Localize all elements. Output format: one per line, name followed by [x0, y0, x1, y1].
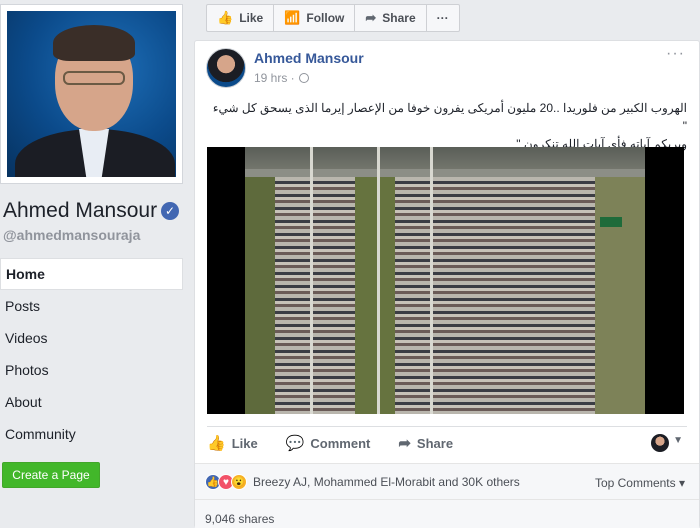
roadside — [595, 177, 645, 414]
post-text: الهروب الكبير من فلوريدا ..20 مليون أمري… — [207, 99, 687, 153]
top-comments-dropdown[interactable]: Top Comments ▾ — [595, 476, 685, 490]
comment-bubble-icon: 💬 — [285, 435, 305, 452]
reacting-as-avatar[interactable] — [651, 434, 669, 452]
thumbs-up-icon: 👍 — [207, 435, 226, 452]
verified-check-icon: ✓ — [161, 202, 180, 220]
shares-count[interactable]: 9,046 shares — [205, 512, 274, 526]
follow-page-label: Follow — [306, 11, 345, 25]
profile-picture-frame[interactable] — [0, 4, 183, 184]
page-handle[interactable]: @ahmedmansouraja — [3, 227, 140, 243]
wow-reaction-icon[interactable]: 😮 — [231, 474, 247, 490]
thumbs-up-icon: 👍 — [217, 10, 234, 25]
post-time-text: 19 hrs · — [254, 71, 295, 85]
light-pole — [310, 147, 313, 414]
page-name[interactable]: Ahmed Mansour ✓ — [3, 199, 180, 223]
road-lanes — [485, 177, 595, 414]
post-share-button[interactable]: ➦ Share — [398, 434, 453, 452]
light-pole — [430, 147, 433, 414]
share-arrow-icon: ➦ — [365, 10, 377, 25]
chevron-down-icon[interactable]: ▼ — [673, 435, 683, 446]
page-nav: Home Posts Videos Photos About Community — [0, 258, 183, 450]
nav-item-videos[interactable]: Videos — [0, 322, 183, 354]
post-action-row: 👍 Like 💬 Comment ➦ Share ▼ — [207, 433, 687, 453]
post-share-label: Share — [416, 435, 454, 451]
post-photo[interactable] — [207, 147, 684, 414]
profile-picture-glasses — [63, 71, 125, 85]
nav-item-home[interactable]: Home — [0, 258, 183, 290]
light-pole — [377, 147, 380, 414]
post-comment-button[interactable]: 💬 Comment — [286, 434, 371, 452]
nav-item-photos[interactable]: Photos — [0, 354, 183, 386]
page-action-bar: 👍 Like 📶 Follow ➦ Share ··· — [206, 4, 460, 32]
nav-item-posts[interactable]: Posts — [0, 290, 183, 322]
nav-item-community[interactable]: Community — [0, 418, 183, 450]
road-lanes — [395, 177, 485, 414]
share-page-label: Share — [382, 11, 416, 25]
grass-strip — [245, 177, 275, 414]
divider — [207, 426, 687, 427]
road-lanes — [275, 177, 355, 414]
follow-page-button[interactable]: 📶 Follow — [274, 5, 356, 31]
highway-sign — [600, 217, 622, 227]
highway-traffic-image — [245, 147, 645, 414]
create-page-button[interactable]: Create a Page — [2, 462, 100, 488]
rss-icon: 📶 — [284, 10, 301, 25]
median-strip — [355, 177, 395, 414]
nav-item-about[interactable]: About — [0, 386, 183, 418]
more-dots-icon: ··· — [436, 11, 449, 25]
post-author-name[interactable]: Ahmed Mansour — [254, 50, 364, 66]
reactions-summary: 👍 ♥ 😮 Breezy AJ, Mohammed El-Morabit and… — [195, 463, 699, 499]
like-page-label: Like — [239, 11, 264, 25]
overpass — [245, 169, 645, 177]
post-timestamp[interactable]: 19 hrs · — [254, 71, 309, 85]
like-page-button[interactable]: 👍 Like — [207, 5, 275, 31]
post-card: Ahmed Mansour 19 hrs · ··· الهروب الكبير… — [194, 40, 700, 528]
reactions-text[interactable]: Breezy AJ, Mohammed El-Morabit and 30K o… — [253, 475, 520, 489]
post-text-line: الهروب الكبير من فلوريدا ..20 مليون أمري… — [212, 101, 687, 133]
post-like-label: Like — [231, 435, 258, 451]
post-comment-label: Comment — [310, 435, 371, 451]
profile-picture-hair — [53, 25, 135, 61]
profile-picture[interactable] — [7, 11, 176, 177]
page-name-text[interactable]: Ahmed Mansour — [3, 199, 157, 223]
share-page-button[interactable]: ➦ Share — [355, 5, 427, 31]
shares-row: 9,046 shares — [195, 499, 699, 528]
globe-icon — [298, 73, 309, 83]
share-arrow-icon: ➦ — [398, 435, 411, 452]
post-author-avatar[interactable] — [206, 48, 246, 88]
more-options-button[interactable]: ··· — [427, 5, 459, 31]
post-like-button[interactable]: 👍 Like — [207, 434, 258, 452]
post-options-button[interactable]: ··· — [666, 45, 685, 63]
